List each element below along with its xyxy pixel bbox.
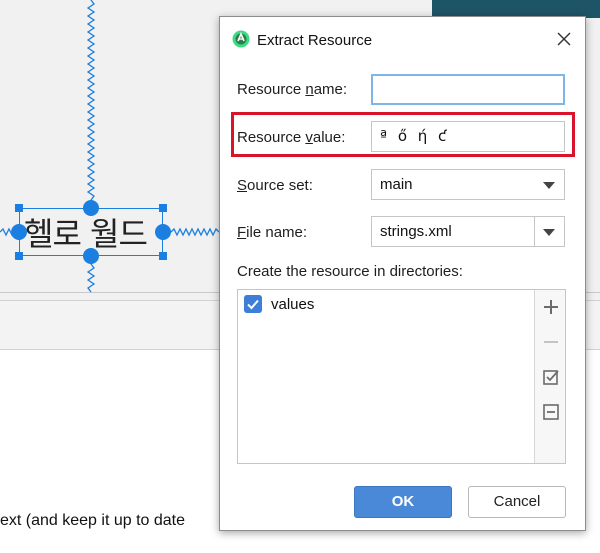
resource-value-label: Resource value: [237,129,346,146]
resize-handle[interactable] [15,252,23,260]
checkbox-checked-icon[interactable] [244,295,262,313]
list-toolbar [534,290,565,463]
unselect-all-icon[interactable] [541,402,561,422]
constraint-anchor-left[interactable] [11,224,27,240]
dialog-title: Extract Resource [257,32,373,49]
chevron-down-icon[interactable] [543,229,555,236]
panel-text: ext (and keep it up to date [0,512,186,529]
resource-value-input[interactable]: ª ő ή ƈ [371,121,565,152]
select-all-icon[interactable] [541,367,561,387]
resize-handle[interactable] [159,204,167,212]
preview-text: 헬로 월드 [24,215,148,253]
resize-handle[interactable] [159,252,167,260]
resource-name-label: Resource name: [237,81,348,98]
constraint-anchor-bottom[interactable] [83,248,99,264]
cancel-button[interactable]: Cancel [468,486,566,518]
ok-button[interactable]: OK [354,486,452,518]
file-name-value: strings.xml [380,223,452,240]
extract-resource-dialog: Extract Resource Resource name: Resource… [219,16,586,531]
dialog-titlebar: Extract Resource [220,17,585,63]
chevron-down-icon [543,182,555,189]
spring-top [86,0,96,201]
directories-label: Create the resource in directories: [237,263,463,280]
spring-right [170,227,220,237]
resource-name-input[interactable] [371,74,565,105]
resize-handle[interactable] [15,204,23,212]
source-set-value: main [380,176,413,193]
directory-item-label: values [271,296,315,313]
android-studio-icon [232,30,250,48]
close-icon[interactable] [553,28,575,50]
combo-separator [534,217,535,246]
add-icon[interactable] [541,297,561,317]
constraint-anchor-right[interactable] [155,224,171,240]
file-name-combo[interactable]: strings.xml [371,216,565,247]
spring-bottom [86,263,96,293]
source-set-select[interactable]: main [371,169,565,200]
remove-icon[interactable] [541,332,561,352]
file-name-label: File name: [237,224,308,241]
source-set-label: Source set: [237,177,313,194]
directories-list[interactable]: values [237,289,566,464]
constraint-anchor-top[interactable] [83,200,99,216]
